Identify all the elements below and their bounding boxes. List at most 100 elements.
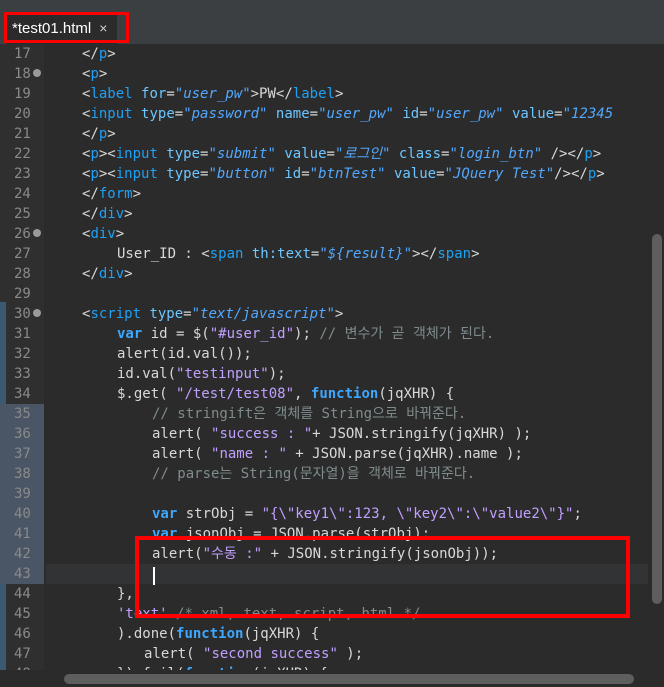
code-token: div <box>98 206 125 222</box>
code-line[interactable] <box>46 484 648 504</box>
code-line[interactable]: ).done(function(jqXHR) { <box>46 624 648 644</box>
code-token: = <box>166 86 175 102</box>
code-line[interactable]: <label for="user_pw">PW</label> <box>46 84 648 104</box>
code-token: "user_pw" <box>174 86 251 102</box>
code-token: > <box>124 266 133 282</box>
code-line[interactable]: <input type="password" name="user_pw" id… <box>46 104 648 124</box>
code-token: = <box>309 106 319 122</box>
code-editor[interactable]: 17 18 19 20 21 22 23 24 25 26 27 28 29 30 31 32 33 34 35 36… <box>0 44 664 687</box>
code-token: ).done( <box>117 626 177 642</box>
tab-title: *test01.html <box>12 19 92 37</box>
code-token: th:text <box>251 246 311 262</box>
code-token: alert( <box>152 426 212 442</box>
code-token: id <box>402 106 420 122</box>
code-highlight-annotation <box>135 536 630 618</box>
code-token: "text/javascript" <box>191 306 335 322</box>
code-token: "{\"key1\":123, \"key2\":\"value2\"}" <box>261 506 574 522</box>
line-number: 47 <box>14 646 31 662</box>
code-line[interactable]: // parse는 String(문자열)을 객체로 바꿔준다. <box>46 464 648 484</box>
code-line[interactable]: <p><input type="submit" value="로그인" clas… <box>46 144 648 164</box>
code-line[interactable]: var strObj = "{\"key1\":123, \"key2\":\"… <box>46 504 648 524</box>
code-token: > <box>115 226 125 242</box>
line-number: 33 <box>14 366 31 382</box>
code-token: id.val( <box>117 366 177 382</box>
line-number: 34 <box>14 386 31 402</box>
line-number: 44 <box>14 586 31 602</box>
line-number: 26 <box>0 224 44 244</box>
code-line[interactable]: alert( "second success" ); <box>46 644 648 664</box>
code-line[interactable]: User_ID : <span th:text="${result}"></sp… <box>46 244 648 264</box>
code-line[interactable]: $.get( "/test/test08", function(jqXHR) { <box>46 384 648 404</box>
code-line[interactable]: alert(id.val()); <box>46 344 648 364</box>
code-token: "password" <box>183 106 268 122</box>
code-token: = <box>326 146 335 162</box>
code-line[interactable]: <div> <box>46 224 648 244</box>
code-token: label <box>90 86 133 102</box>
close-icon[interactable]: × <box>99 20 107 36</box>
code-line[interactable]: </p> <box>46 124 648 144</box>
code-token: > <box>132 186 142 202</box>
code-token: > <box>334 306 344 322</box>
vertical-scroll-thumb[interactable] <box>652 234 662 604</box>
code-token: > <box>596 166 605 182</box>
code-token: = <box>174 106 184 122</box>
code-token: "user_pw" <box>427 106 504 122</box>
code-token: >< <box>98 146 116 162</box>
line-number: 37 <box>0 444 44 464</box>
code-token: = <box>301 166 310 182</box>
horizontal-scroll-thumb[interactable] <box>64 674 634 684</box>
line-number: 25 <box>14 206 31 222</box>
line-number: 21 <box>14 126 31 142</box>
line-number: 43 <box>0 564 44 584</box>
horizontal-scrollbar[interactable] <box>0 670 664 687</box>
code-line[interactable]: alert( "success : "+ JSON.stringify(jqXH… <box>46 424 648 444</box>
code-token: value <box>284 146 327 162</box>
code-line[interactable]: alert( "name : " + JSON.parse(jqXHR).nam… <box>46 444 648 464</box>
fold-toggle-icon[interactable] <box>33 309 41 317</box>
code-token: input <box>90 106 133 122</box>
code-token: , <box>294 386 311 402</box>
code-token: p <box>90 166 99 182</box>
code-line[interactable]: </form> <box>46 184 648 204</box>
code-token: /></ <box>554 166 588 182</box>
code-token: id <box>284 166 302 182</box>
code-token: span <box>437 246 472 262</box>
code-token: + JSON.parse(jqXHR).name ); <box>286 446 523 462</box>
code-line[interactable]: </div> <box>46 264 648 284</box>
code-line[interactable]: <p> <box>46 64 648 84</box>
code-token: "login_btn" <box>449 146 543 162</box>
code-token: = <box>183 306 192 322</box>
code-line[interactable]: <script type="text/javascript"> <box>46 304 648 324</box>
code-line[interactable]: </p> <box>46 44 648 64</box>
code-token: input <box>115 146 158 162</box>
code-token: "로그인" <box>334 146 391 162</box>
line-number: 29 <box>14 286 31 302</box>
code-token: function <box>310 386 379 402</box>
code-line[interactable]: var id = $("#user_id"); // 변수가 곧 객체가 된다. <box>46 324 648 344</box>
code-token: span <box>209 246 244 262</box>
fold-toggle-icon[interactable] <box>33 229 41 237</box>
line-number: 30 <box>0 304 44 324</box>
fold-toggle-icon[interactable] <box>33 69 41 77</box>
line-number: 40 <box>0 504 44 524</box>
code-line[interactable]: <p><input type="button" id="btnTest" val… <box>46 164 648 184</box>
vertical-scrollbar[interactable] <box>648 44 664 687</box>
code-token: type <box>141 106 175 122</box>
code-line[interactable]: id.val("testinput"); <box>46 364 648 384</box>
code-token: ); <box>337 646 364 662</box>
code-token: > <box>124 206 133 222</box>
code-token: > <box>334 86 344 102</box>
code-line[interactable]: </div> <box>46 204 648 224</box>
line-number: 23 <box>14 166 31 182</box>
code-line[interactable]: // stringift은 객체를 String으로 바꿔준다. <box>46 404 648 424</box>
line-number: 31 <box>14 326 31 342</box>
code-token: > <box>98 66 108 82</box>
code-line[interactable] <box>46 284 648 304</box>
code-token: = <box>554 106 563 122</box>
tab-test01-html[interactable]: *test01.html × <box>6 12 118 44</box>
code-token: name <box>275 106 310 122</box>
code-token: p <box>90 66 99 82</box>
